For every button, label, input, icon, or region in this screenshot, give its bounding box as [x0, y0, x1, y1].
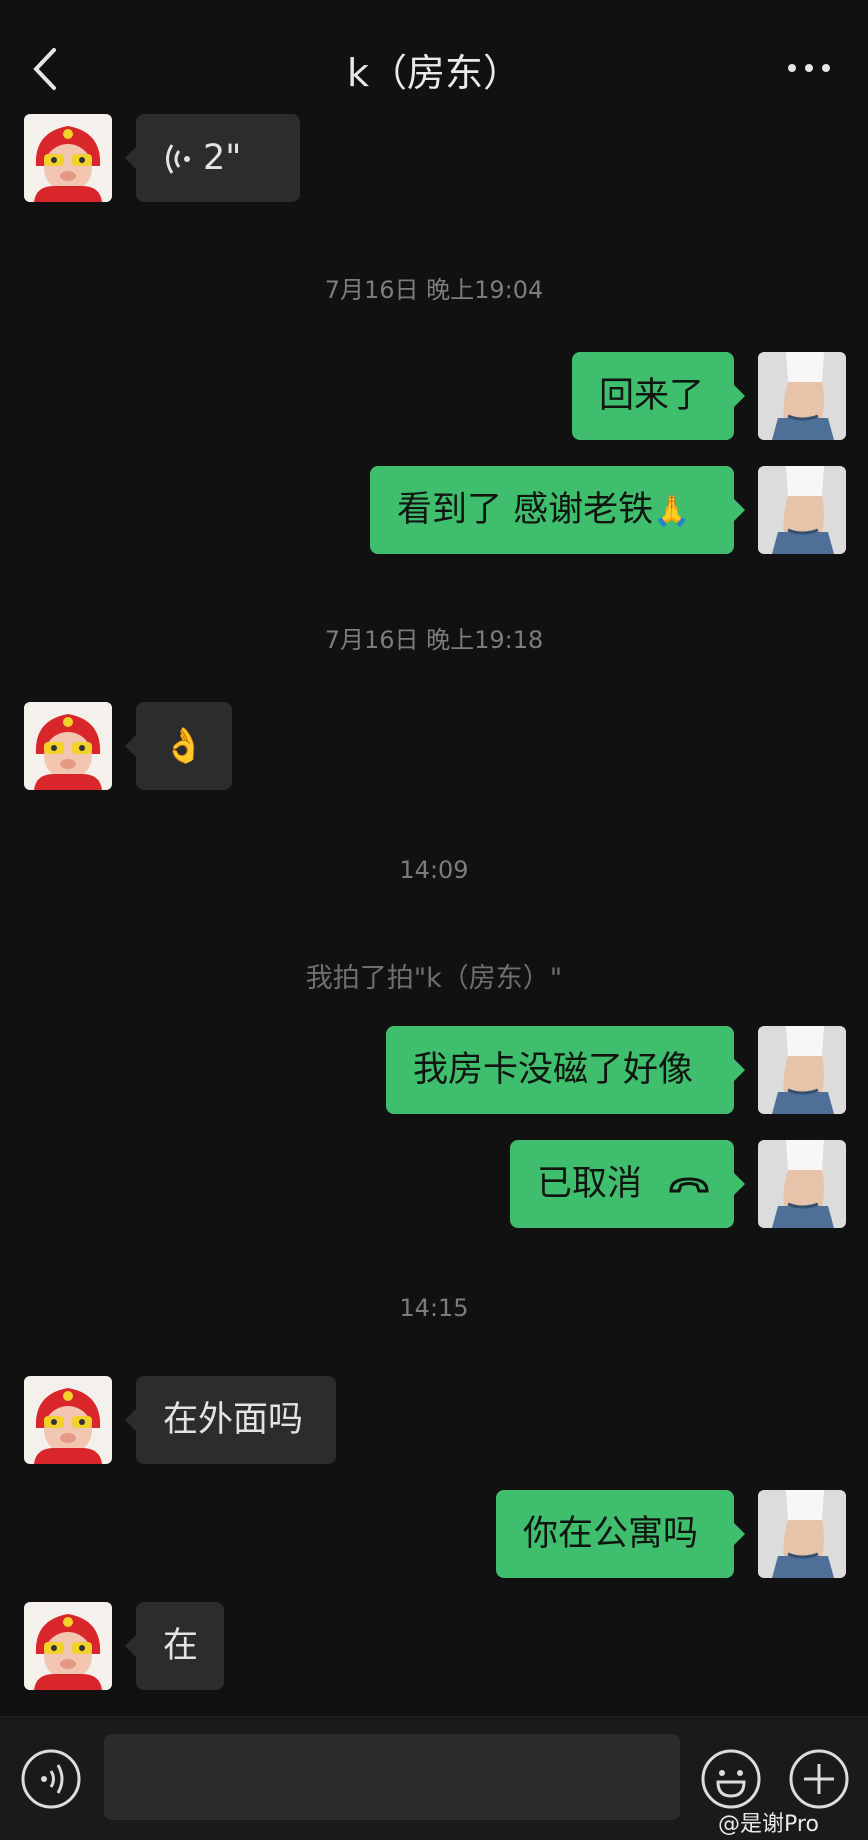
message-text: 看到了 感谢老铁 — [397, 490, 654, 530]
timestamp: 14:15 — [399, 1294, 469, 1322]
outgoing-message-bubble[interactable]: 你在公寓吗 — [496, 1490, 745, 1578]
message-text: 你在公寓吗 — [523, 1514, 699, 1554]
incoming-message-bubble[interactable]: 在外面吗 — [125, 1376, 336, 1464]
watermark-text: @是谢Pro — [718, 1812, 819, 1837]
contact-avatar[interactable] — [24, 114, 112, 202]
contact-avatar[interactable] — [24, 702, 112, 790]
message-text: 在 — [163, 1626, 199, 1666]
timestamp: 14:09 — [399, 856, 469, 884]
my-avatar[interactable] — [758, 1140, 846, 1228]
system-pat-message: 我拍了拍"k（房东）" — [305, 963, 563, 994]
incoming-message-bubble[interactable]: 👌 — [125, 702, 232, 790]
timestamp: 7月16日 晚上19:04 — [324, 276, 544, 304]
ok-hand-emoji-icon: 👌 — [162, 726, 206, 766]
emoji-smile-icon — [701, 1749, 761, 1809]
call-record-bubble[interactable]: 已取消 — [510, 1140, 745, 1228]
my-avatar[interactable] — [758, 1026, 846, 1114]
voice-message-bubble[interactable]: 2" — [125, 114, 300, 202]
chat-title: k（房东） — [346, 51, 521, 95]
message-text: 回来了 — [599, 376, 705, 416]
plus-circle-icon — [789, 1749, 849, 1809]
incoming-message-bubble[interactable]: 在 — [125, 1602, 224, 1690]
more-dots-icon — [788, 64, 830, 72]
emoji-button[interactable] — [700, 1748, 762, 1810]
outgoing-message-bubble[interactable]: 我房卡没磁了好像 — [386, 1026, 745, 1114]
contact-avatar[interactable] — [24, 1602, 112, 1690]
pray-emoji-icon: 🙏 — [653, 494, 691, 529]
my-avatar[interactable] — [758, 1490, 846, 1578]
voice-duration: 2" — [203, 138, 242, 178]
voice-wave-icon — [166, 144, 190, 174]
my-avatar[interactable] — [758, 352, 846, 440]
phone-hangup-icon — [669, 1177, 709, 1193]
more-options-button[interactable] — [784, 56, 834, 80]
message-input[interactable] — [104, 1734, 680, 1820]
message-text: 在外面吗 — [163, 1400, 304, 1440]
voice-toggle-button[interactable] — [20, 1748, 82, 1810]
call-status-text: 已取消 — [537, 1164, 643, 1204]
contact-avatar[interactable] — [24, 1376, 112, 1464]
voice-toggle-icon — [21, 1749, 81, 1809]
my-avatar[interactable] — [758, 466, 846, 554]
outgoing-message-bubble[interactable]: 看到了 感谢老铁🙏 — [370, 466, 745, 554]
chat-header: k（房东） — [0, 0, 868, 120]
more-actions-button[interactable] — [788, 1748, 850, 1810]
timestamp: 7月16日 晚上19:18 — [324, 626, 544, 654]
message-text: 我房卡没磁了好像 — [413, 1050, 694, 1090]
outgoing-message-bubble[interactable]: 回来了 — [572, 352, 745, 440]
